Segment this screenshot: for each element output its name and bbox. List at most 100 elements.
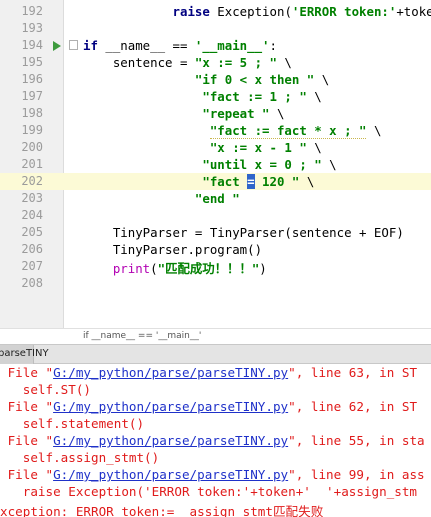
code-line[interactable]: 201 "until x = 0 ; " \ xyxy=(0,156,431,173)
console-line: self.assign_stmt() xyxy=(0,450,160,467)
line-number: 196 xyxy=(21,72,43,86)
console-text: self.statement() xyxy=(0,416,145,431)
code-text[interactable]: "if 0 < x then " \ xyxy=(83,72,329,87)
code-line[interactable]: 205 TinyParser = TinyParser(sentence + E… xyxy=(0,224,431,241)
code-token: "x := x - 1 " xyxy=(209,140,307,155)
code-text[interactable]: TinyParser.program() xyxy=(83,242,262,257)
line-number: 198 xyxy=(21,106,43,120)
breadcrumb-label[interactable]: if __name__ == '__main__' xyxy=(83,331,201,341)
code-token: "x := 5 ; " xyxy=(194,55,277,70)
code-text[interactable]: raise Exception('ERROR token:'+token+ xyxy=(83,4,431,19)
code-token: "end " xyxy=(194,191,240,206)
code-editor[interactable]: 192 raise Exception('ERROR token:'+token… xyxy=(0,0,431,328)
fold-icon[interactable] xyxy=(69,40,78,50)
code-text[interactable]: sentence = "x := 5 ; " \ xyxy=(83,55,292,70)
code-line[interactable]: 199 "fact := fact * x ; " \ xyxy=(0,122,431,139)
code-token: \ xyxy=(306,140,322,155)
code-line[interactable]: 193 xyxy=(0,20,431,37)
line-number: 202 xyxy=(21,174,43,188)
line-number: 195 xyxy=(21,55,43,69)
line-number: 208 xyxy=(21,276,43,290)
run-console[interactable]: File "G:/my_python/parse/parseTINY.py", … xyxy=(0,364,431,517)
line-number: 194 xyxy=(21,38,43,52)
code-line[interactable]: 195 sentence = "x := 5 ; " \ xyxy=(0,54,431,71)
code-token: 120 " xyxy=(254,174,300,189)
line-number: 197 xyxy=(21,89,43,103)
code-token: 'ERROR token:' xyxy=(291,4,397,19)
code-line[interactable]: 194 if __name__ == '__main__': xyxy=(0,37,431,54)
code-token: "fact := 1 ; " xyxy=(202,89,307,104)
code-token: sentence = xyxy=(112,55,195,70)
code-line[interactable]: 192 raise Exception('ERROR token:'+token… xyxy=(0,3,431,20)
line-number: 203 xyxy=(21,191,43,205)
file-path-link[interactable]: G:/my_python/parse/parseTINY.py xyxy=(53,433,288,448)
console-line: File "G:/my_python/parse/parseTINY.py", … xyxy=(0,399,417,416)
line-number: 204 xyxy=(21,208,43,222)
code-text[interactable]: "fact = 120 " \ xyxy=(83,174,314,189)
code-token: = xyxy=(247,174,255,189)
line-number: 200 xyxy=(21,140,43,154)
console-text: xception: ERROR token:= assign_stmt匹配失败 xyxy=(0,504,324,517)
code-line[interactable]: 206 TinyParser.program() xyxy=(0,241,431,258)
line-number: 193 xyxy=(21,21,43,35)
console-text: ", line 99, in ass xyxy=(288,467,425,482)
console-text: self.assign_stmt() xyxy=(0,450,160,465)
code-text[interactable]: "repeat " \ xyxy=(83,106,284,121)
code-text[interactable]: "fact := fact * x ; " \ xyxy=(83,123,382,139)
file-path-link[interactable]: G:/my_python/parse/parseTINY.py xyxy=(53,365,288,380)
code-text[interactable]: "end " xyxy=(83,191,240,206)
tab-label: parseTINY xyxy=(0,348,49,359)
code-text[interactable]: "x := x - 1 " \ xyxy=(83,140,322,155)
code-token: "until x = 0 ; " xyxy=(202,157,322,172)
code-line[interactable]: 198 "repeat " \ xyxy=(0,105,431,122)
code-token: \ xyxy=(321,157,337,172)
console-text: ", line 62, in ST xyxy=(288,399,418,414)
file-path-link[interactable]: G:/my_python/parse/parseTINY.py xyxy=(53,399,288,414)
console-text: File " xyxy=(0,433,54,448)
code-line[interactable]: 202 "fact = 120 " \ xyxy=(0,173,431,190)
code-line[interactable]: 203 "end " xyxy=(0,190,431,207)
run-gutter-icon[interactable] xyxy=(53,41,61,51)
code-line[interactable]: 208 xyxy=(0,275,431,292)
code-line[interactable]: 197 "fact := 1 ; " \ xyxy=(0,88,431,105)
run-tool-window-header: parseTINY xyxy=(0,344,431,364)
code-token: "匹配成功！！！" xyxy=(157,261,260,276)
console-line: File "G:/my_python/parse/parseTINY.py", … xyxy=(0,365,417,382)
console-text: self.ST() xyxy=(0,382,91,397)
code-token: print xyxy=(112,261,151,276)
console-line: File "G:/my_python/parse/parseTINY.py", … xyxy=(0,433,425,450)
code-token: TinyParser.program() xyxy=(112,242,263,257)
code-token: \ xyxy=(366,123,382,138)
code-text[interactable]: "fact := 1 ; " \ xyxy=(83,89,321,104)
line-number: 201 xyxy=(21,157,43,171)
code-line[interactable]: 200 "x := x - 1 " \ xyxy=(0,139,431,156)
line-number: 206 xyxy=(21,242,43,256)
code-text[interactable]: "until x = 0 ; " \ xyxy=(83,157,337,172)
code-token: "fact := fact * x ; " xyxy=(209,123,367,139)
code-text[interactable]: TinyParser = TinyParser(sentence + EOF) xyxy=(83,225,404,240)
file-path-link[interactable]: G:/my_python/parse/parseTINY.py xyxy=(53,467,288,482)
breadcrumb[interactable]: if __name__ == '__main__' xyxy=(0,328,431,344)
code-line[interactable]: 204 xyxy=(0,207,431,224)
console-line: self.statement() xyxy=(0,416,144,433)
code-token: if xyxy=(83,38,98,53)
code-line[interactable]: 207 print("匹配成功！！！") xyxy=(0,258,431,276)
code-token: '__main__' xyxy=(194,38,270,53)
tab-run-parsetiny[interactable]: parseTINY xyxy=(0,345,49,364)
console-text: ", line 55, in sta xyxy=(288,433,425,448)
code-token: \ xyxy=(276,55,292,70)
code-line[interactable]: 196 "if 0 < x then " \ xyxy=(0,71,431,88)
code-token: raise xyxy=(172,4,210,19)
console-line: raise Exception('ERROR token:'+token+' '… xyxy=(0,484,417,501)
code-token: "fact xyxy=(202,174,248,189)
code-text[interactable]: if __name__ == '__main__': xyxy=(83,38,277,53)
